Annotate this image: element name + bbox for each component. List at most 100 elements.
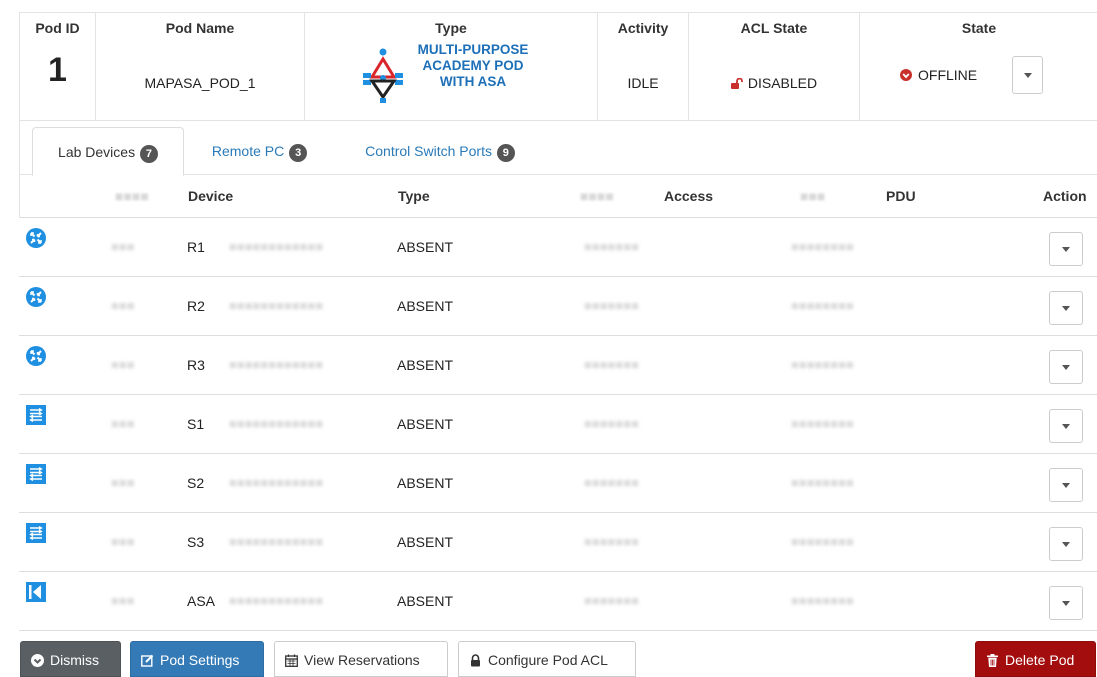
blurred-cell: ■■■■■■■■■■■■ (229, 593, 324, 608)
blurred-cell: ■■■ (111, 416, 135, 431)
acl-state-value: DISABLED (747, 75, 818, 91)
row-action-dropdown[interactable] (1049, 409, 1083, 443)
caret-down-icon (1062, 424, 1070, 429)
blurred-header: ■■■■ (580, 188, 614, 204)
caret-down-icon (1062, 365, 1070, 370)
blurred-header: ■■■■ (115, 188, 149, 204)
pod-state-header: State (961, 20, 997, 36)
delete-pod-button[interactable]: Delete Pod (975, 641, 1096, 677)
blurred-cell: ■■■■■■■■■■■■ (229, 475, 324, 490)
device-name: R2 (187, 298, 205, 314)
tab-remote-pc[interactable]: Remote PC 3 (192, 127, 327, 175)
dismiss-button[interactable]: Dismiss (20, 641, 121, 677)
header-device: Device (188, 188, 234, 204)
unlock-icon (730, 78, 743, 89)
table-row: ■■■ S2 ■■■■■■■■■■■■ ABSENT ■■■■■■■ ■■■■■■■■ (19, 454, 1097, 513)
router-icon (26, 346, 46, 366)
blurred-cell: ■■■ (111, 593, 135, 608)
tab-count-badge: 7 (139, 145, 158, 163)
tab-count-badge: 3 (289, 144, 308, 162)
caret-down-icon (1062, 542, 1070, 547)
table-row: ■■■ ASA ■■■■■■■■■■■■ ABSENT ■■■■■■■ ■■■■■■■■ (19, 572, 1097, 631)
caret-down-icon (1062, 247, 1070, 252)
pod-activity-cell: Activity IDLE (598, 13, 689, 120)
circle-arrow-down-icon (31, 654, 44, 667)
device-name: ASA (187, 593, 216, 609)
pod-name-value: MAPASA_POD_1 (144, 75, 256, 91)
blurred-cell: ■■■■■■■■■■■■ (229, 357, 324, 372)
blurred-cell: ■■■■■■■■ (791, 475, 854, 490)
blurred-cell: ■■■■■■■■ (791, 357, 854, 372)
blurred-cell: ■■■■■■■ (584, 239, 639, 254)
row-action-dropdown[interactable] (1049, 291, 1083, 325)
trash-icon (987, 654, 998, 667)
device-type: ABSENT (397, 416, 454, 432)
header-action: Action (1043, 188, 1087, 204)
row-action-dropdown[interactable] (1049, 468, 1083, 502)
table-row: ■■■ R2 ■■■■■■■■■■■■ ABSENT ■■■■■■■ ■■■■■■■■ (19, 277, 1097, 336)
device-type: ABSENT (397, 475, 454, 491)
academy-pod-logo-icon (363, 48, 403, 103)
blurred-header: ■■■ (800, 188, 826, 204)
blurred-cell: ■■■■■■■■■■■■ (229, 534, 324, 549)
table-row: ■■■ R1 ■■■■■■■■■■■■ ABSENT ■■■■■■■ ■■■■■■■■ (19, 218, 1097, 277)
caret-down-icon (1023, 73, 1032, 78)
header-pdu: PDU (886, 188, 916, 204)
state-value: OFFLINE (918, 67, 978, 83)
row-action-dropdown[interactable] (1049, 527, 1083, 561)
pod-name-header: Pod Name (165, 20, 235, 36)
blurred-cell: ■■■■■■■■■■■■ (229, 298, 324, 313)
blurred-cell: ■■■■■■■■ (791, 298, 854, 313)
caret-down-icon (1062, 601, 1070, 606)
device-tabs: Lab Devices 7 Remote PC 3 Control Switch… (19, 121, 1097, 176)
pod-type-header: Type (435, 20, 467, 36)
caret-down-icon (1062, 306, 1070, 311)
header-access: Access (664, 188, 714, 204)
table-header-row: ■■■■ Device Type ■■■■ Access ■■■ PDU Act… (19, 175, 1097, 218)
blurred-cell: ■■■■■■■ (584, 475, 639, 490)
pod-activity-header: Activity (617, 20, 669, 36)
caret-down-icon (1062, 483, 1070, 488)
edit-icon (141, 654, 154, 667)
row-action-dropdown[interactable] (1049, 350, 1083, 384)
blurred-cell: ■■■ (111, 357, 135, 372)
blurred-cell: ■■■■■■■ (584, 593, 639, 608)
pod-id-value: 1 (48, 51, 67, 89)
view-reservations-button[interactable]: View Reservations (274, 641, 448, 677)
tab-lab-devices[interactable]: Lab Devices 7 (32, 127, 184, 176)
pod-settings-button[interactable]: Pod Settings (130, 641, 264, 677)
tab-count-badge: 9 (496, 144, 515, 162)
pod-type-value: MULTI-PURPOSE ACADEMY POD WITH ASA (417, 42, 529, 89)
device-type: ABSENT (397, 298, 454, 314)
device-name: S3 (187, 534, 205, 550)
row-action-dropdown[interactable] (1049, 232, 1083, 266)
header-type: Type (398, 188, 430, 204)
pod-name-cell: Pod Name MAPASA_POD_1 (96, 13, 305, 120)
device-type: ABSENT (397, 593, 454, 609)
switch-icon (26, 405, 46, 425)
tab-control-switch-ports[interactable]: Control Switch Ports 9 (340, 127, 540, 175)
blurred-cell: ■■■■■■■■■■■■ (229, 239, 324, 254)
table-row: ■■■ S1 ■■■■■■■■■■■■ ABSENT ■■■■■■■ ■■■■■■■■ (19, 395, 1097, 454)
router-icon (26, 228, 46, 248)
blurred-cell: ■■■■■■■■ (791, 416, 854, 431)
blurred-cell: ■■■ (111, 534, 135, 549)
blurred-cell: ■■■■■■■■■■■■ (229, 416, 324, 431)
pod-acl-cell: ACL State DISABLED (689, 13, 860, 120)
table-body: ■■■ R1 ■■■■■■■■■■■■ ABSENT ■■■■■■■ ■■■■■■■■ ■■… (19, 218, 1097, 631)
configure-pod-acl-button[interactable]: Configure Pod ACL (458, 641, 636, 677)
pod-acl-header: ACL State (740, 20, 808, 36)
state-dropdown-button[interactable] (1012, 56, 1043, 94)
table-row: ■■■ R3 ■■■■■■■■■■■■ ABSENT ■■■■■■■ ■■■■■■■■ (19, 336, 1097, 395)
blurred-cell: ■■■■■■■ (584, 534, 639, 549)
table-row: ■■■ S3 ■■■■■■■■■■■■ ABSENT ■■■■■■■ ■■■■■■■■ (19, 513, 1097, 572)
pod-id-cell: Pod ID 1 (20, 13, 96, 120)
device-type: ABSENT (397, 534, 454, 550)
offline-icon (900, 69, 912, 81)
blurred-cell: ■■■■■■■■ (791, 239, 854, 254)
pod-state-cell: State OFFLINE (860, 13, 1097, 120)
device-name: S2 (187, 475, 205, 491)
device-name: S1 (187, 416, 205, 432)
lock-icon (471, 654, 480, 667)
row-action-dropdown[interactable] (1049, 586, 1083, 620)
